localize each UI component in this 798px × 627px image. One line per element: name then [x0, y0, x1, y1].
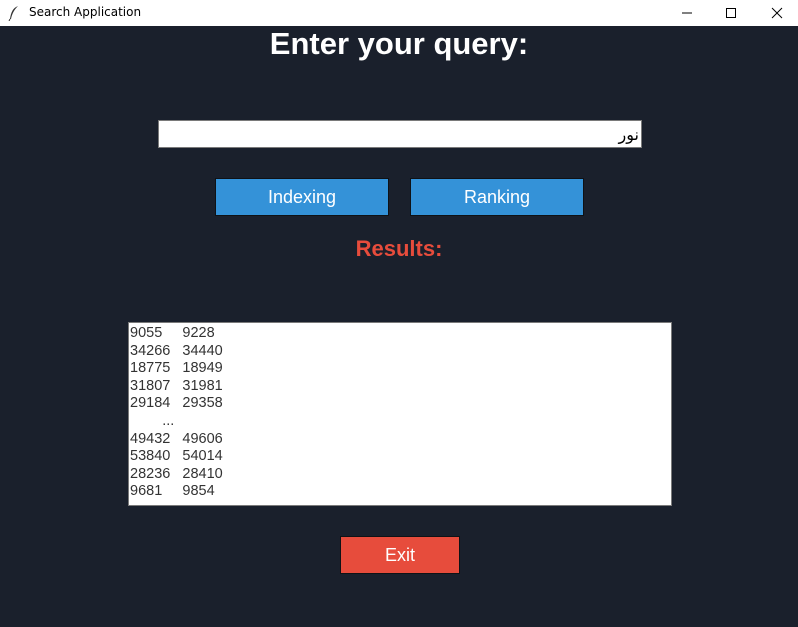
- results-label: Results:: [355, 236, 443, 261]
- result-line: 53840 54014: [130, 448, 223, 465]
- result-line: 28236 28410: [130, 465, 223, 482]
- window-titlebar[interactable]: Search Application: [0, 0, 798, 26]
- query-input[interactable]: [158, 120, 642, 148]
- result-line: 18775 18949: [130, 360, 223, 377]
- maximize-button[interactable]: [708, 0, 754, 26]
- close-button[interactable]: [754, 0, 798, 26]
- result-line: 34266 34440: [130, 342, 223, 359]
- maximize-icon: [726, 8, 736, 18]
- page-title: Enter your query:: [269, 26, 529, 61]
- close-icon: [771, 7, 783, 19]
- indexing-button[interactable]: Indexing: [215, 178, 389, 216]
- result-ellipsis: ...: [130, 412, 175, 429]
- result-line: 29184 29358: [130, 395, 223, 412]
- window-title: Search Application: [29, 5, 142, 19]
- minimize-button[interactable]: [664, 0, 710, 26]
- result-line: 31807 31981: [130, 377, 223, 394]
- minimize-icon: [682, 12, 692, 14]
- feather-icon: [8, 6, 18, 21]
- results-list[interactable]: 9055 9228 34266 34440 18775 18949 31807 …: [128, 322, 672, 506]
- result-line: 9681 9854: [130, 483, 215, 500]
- exit-button[interactable]: Exit: [340, 536, 460, 574]
- result-line: 49432 49606: [130, 430, 223, 447]
- result-line: 9055 9228: [130, 325, 215, 341]
- ranking-button[interactable]: Ranking: [410, 178, 584, 216]
